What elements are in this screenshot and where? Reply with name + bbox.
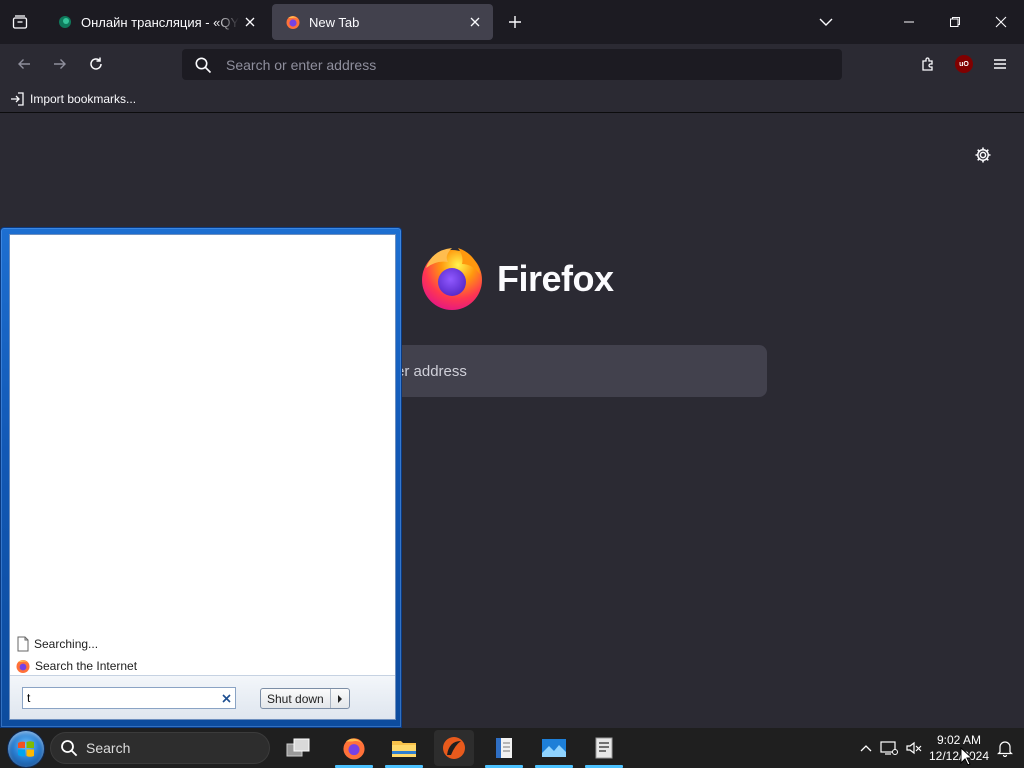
- start-search-box[interactable]: [22, 687, 236, 709]
- tab-close-button[interactable]: [239, 11, 261, 33]
- personalize-settings-button[interactable]: [972, 144, 994, 166]
- list-all-tabs-button[interactable]: [814, 9, 838, 35]
- reload-icon: [90, 57, 102, 70]
- volume-button[interactable]: [904, 736, 924, 760]
- searching-result-item: Searching...: [16, 634, 98, 654]
- windows-logo-icon: [18, 741, 34, 757]
- chevron-down-icon: [819, 18, 833, 26]
- hamburger-menu-icon: [994, 59, 1006, 69]
- minimize-icon: [904, 21, 914, 23]
- network-icon: [880, 741, 898, 755]
- import-icon: [11, 92, 24, 106]
- start-search-input[interactable]: [23, 691, 217, 705]
- taskbar-search-box[interactable]: Search: [50, 732, 270, 764]
- taskbar-search-label: Search: [86, 740, 131, 756]
- clock-time: 9:02 AM: [936, 733, 982, 747]
- firefox-view-icon: [12, 15, 28, 29]
- minimize-button[interactable]: [886, 0, 932, 44]
- task-manager-icon: [595, 737, 613, 759]
- restore-icon: [950, 17, 960, 27]
- forward-button[interactable]: [45, 49, 75, 79]
- taskbar-app-photos[interactable]: [534, 730, 574, 768]
- taskbar-app-task-manager[interactable]: [584, 730, 624, 768]
- shutdown-button[interactable]: Shut down: [261, 689, 331, 708]
- close-icon: [470, 17, 480, 27]
- back-button[interactable]: [9, 49, 39, 79]
- tab-title: Онлайн трансляция - «QYZYL: [81, 14, 239, 30]
- chevron-right-icon: [337, 694, 342, 703]
- file-explorer-icon: [392, 741, 416, 757]
- chevron-up-icon: [860, 745, 872, 752]
- system-clock[interactable]: 9:02 AM 12/12/2024: [928, 732, 990, 764]
- taskbar: Search 9:02 AM 12/12/2024: [0, 728, 1024, 768]
- shutdown-button-group: Shut down: [260, 688, 350, 709]
- reload-button[interactable]: [81, 49, 111, 79]
- arrow-left-icon: [18, 59, 30, 69]
- result-label: Searching...: [34, 637, 99, 651]
- firefox-view-button[interactable]: [6, 8, 34, 36]
- notepad-icon: [496, 738, 512, 758]
- document-icon: [17, 636, 29, 652]
- taskbar-app-file-explorer[interactable]: [384, 730, 424, 768]
- search-internet-item[interactable]: Search the Internet: [15, 656, 137, 676]
- tab-strip: Онлайн трансляция - «QYZYL New Tab: [0, 0, 1024, 44]
- site-favicon-icon: [59, 16, 71, 28]
- start-button[interactable]: [8, 731, 44, 767]
- task-view-button[interactable]: [278, 730, 318, 766]
- close-icon: [221, 693, 231, 703]
- ublock-origin-icon[interactable]: uO: [955, 55, 973, 73]
- photos-icon: [542, 739, 566, 757]
- start-menu: Searching... Search the Internet Shut do…: [0, 227, 402, 728]
- bookmarks-toolbar: Import bookmarks...: [0, 84, 1024, 113]
- firefox-icon: [286, 16, 300, 29]
- tab-title: New Tab: [309, 14, 360, 30]
- firefox-icon: [343, 738, 365, 760]
- start-menu-panel: Searching... Search the Internet Shut do…: [9, 234, 396, 720]
- search-placeholder: er address: [396, 362, 467, 380]
- search-icon: [195, 57, 212, 73]
- network-button[interactable]: [879, 736, 899, 760]
- puzzle-icon: [922, 57, 933, 71]
- app-menu-button[interactable]: [985, 49, 1015, 79]
- firefox-icon: [16, 660, 30, 673]
- clear-search-button[interactable]: [217, 689, 235, 707]
- tab-qyzyl[interactable]: Онлайн трансляция - «QYZYL: [44, 4, 268, 40]
- address-bar[interactable]: [182, 49, 842, 80]
- task-view-icon: [286, 738, 310, 757]
- taskbar-app-notepad[interactable]: [484, 730, 524, 768]
- restore-button[interactable]: [932, 0, 978, 44]
- new-tab-button[interactable]: [502, 9, 528, 35]
- result-label: Search the Internet: [35, 659, 138, 673]
- import-bookmarks-label: Import bookmarks...: [30, 92, 137, 106]
- gear-icon: [975, 147, 991, 163]
- close-window-button[interactable]: [978, 0, 1024, 44]
- close-icon: [245, 17, 255, 27]
- firefox-wordmark: Firefox: [497, 258, 614, 299]
- notifications-button[interactable]: [995, 736, 1015, 760]
- volume-muted-icon: [906, 741, 922, 755]
- extensions-button[interactable]: [913, 49, 943, 79]
- taskbar-app-firefox[interactable]: [334, 730, 374, 768]
- close-icon: [995, 16, 1007, 28]
- firefox-logo-icon: [422, 248, 482, 310]
- search-results-list: Searching... Search the Internet: [10, 235, 395, 675]
- tab-new-tab[interactable]: New Tab: [272, 4, 493, 40]
- plus-icon: [509, 16, 521, 28]
- tab-close-button[interactable]: [464, 11, 486, 33]
- taskbar-app-media-player[interactable]: [434, 730, 474, 766]
- navigation-toolbar: [0, 44, 1024, 84]
- import-bookmarks-button[interactable]: Import bookmarks...: [10, 89, 136, 109]
- new-tab-search-box[interactable]: er address: [396, 345, 767, 397]
- shutdown-options-button[interactable]: [331, 689, 349, 708]
- media-player-icon: [443, 737, 465, 759]
- start-menu-footer: Shut down: [10, 675, 395, 719]
- address-input[interactable]: [226, 56, 786, 73]
- bell-icon: [997, 741, 1013, 757]
- search-icon: [61, 740, 78, 757]
- clock-date: 12/12/2024: [928, 749, 990, 763]
- arrow-right-icon: [54, 59, 66, 69]
- mouse-cursor-icon: [960, 747, 972, 766]
- show-hidden-icons-button[interactable]: [856, 736, 876, 760]
